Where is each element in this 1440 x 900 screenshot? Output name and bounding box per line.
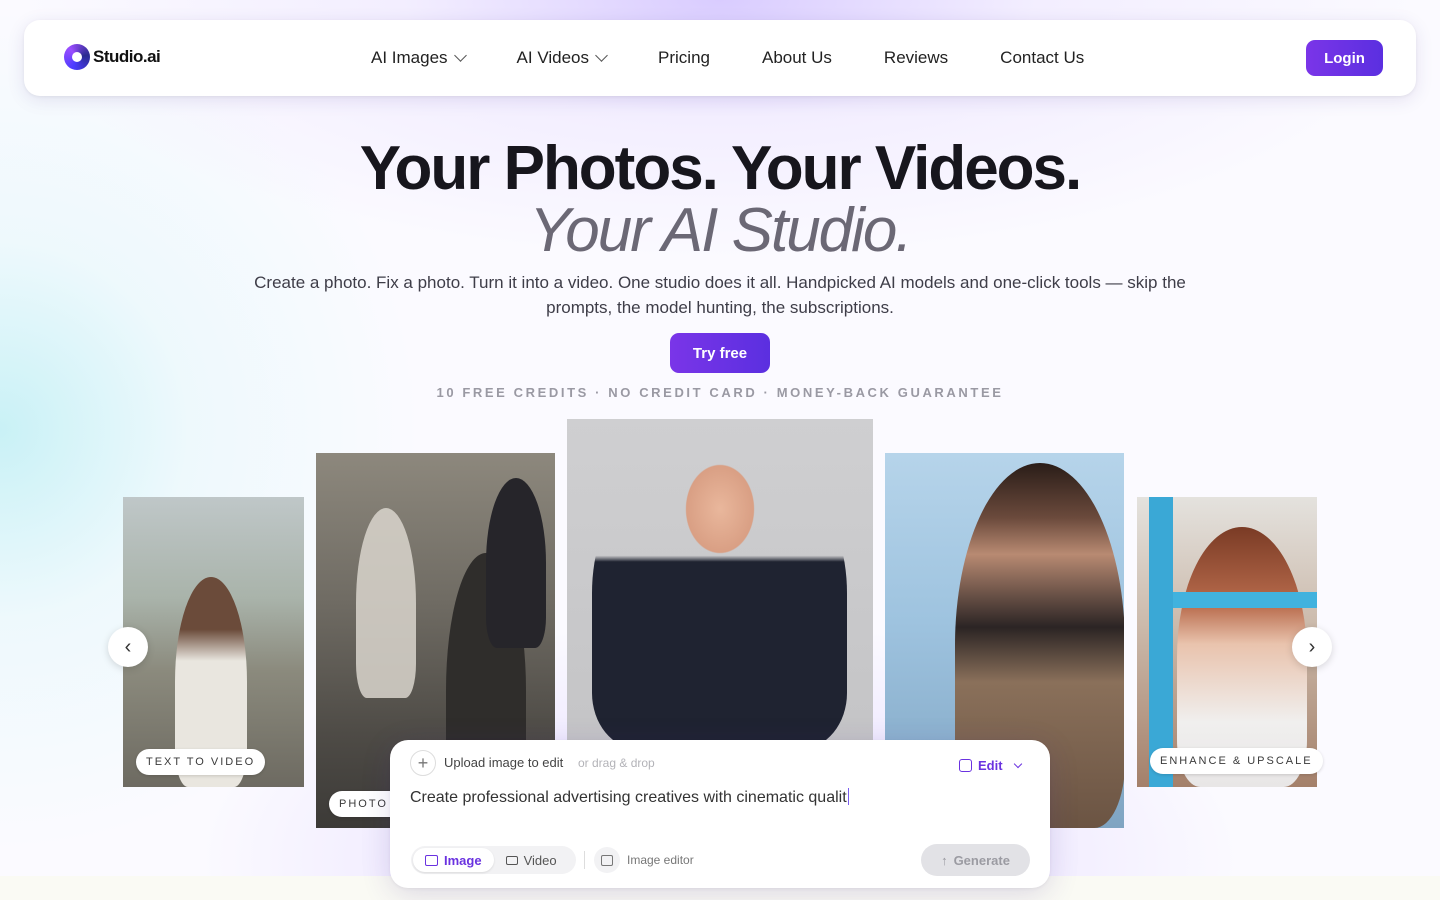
hero-title-line2: Your AI Studio.	[529, 196, 912, 265]
chevron-down-icon	[595, 49, 608, 62]
main-menu: AI Images AI Videos Pricing About Us Rev…	[371, 20, 1136, 96]
nav-pricing[interactable]: Pricing	[658, 48, 710, 68]
generate-button[interactable]: ↑ Generate	[921, 844, 1030, 876]
guarantee-text: 10 FREE CREDITS · NO CREDIT CARD · MONEY…	[436, 385, 1004, 400]
old-photo-man-figure	[486, 478, 546, 648]
nav-ai-images-label: AI Images	[371, 48, 448, 67]
text-caret	[847, 788, 850, 805]
nav-ai-images[interactable]: AI Images	[371, 48, 467, 68]
carousel-next-button[interactable]: ›	[1292, 627, 1332, 667]
toolbar-divider	[584, 851, 585, 869]
brand-logo[interactable]: Studio.ai	[64, 44, 161, 70]
video-icon	[505, 855, 518, 865]
image-edit-icon	[601, 854, 613, 866]
nav-reviews[interactable]: Reviews	[884, 48, 948, 68]
carousel-prev-button[interactable]: ‹	[108, 627, 148, 667]
media-type-toggle: Image Video	[411, 846, 576, 874]
image-icon	[425, 854, 438, 866]
businessman-portrait-image	[592, 437, 847, 749]
prompt-panel: + Upload image to edit or drag & drop Ed…	[390, 740, 1050, 888]
image-editor-label[interactable]: Image editor	[627, 853, 694, 867]
chevron-right-icon: ›	[1308, 635, 1316, 658]
card-tag-enhance-upscale: ENHANCE & UPSCALE	[1150, 748, 1323, 774]
logo-icon	[64, 44, 90, 70]
carousel-card-headshot[interactable]	[567, 419, 873, 749]
tab-image[interactable]: Image	[413, 848, 494, 872]
chevron-down-icon	[453, 49, 467, 62]
nav-contact-us[interactable]: Contact Us	[1000, 48, 1084, 68]
top-navbar: Studio.ai AI Images AI Videos Pricing Ab…	[24, 20, 1416, 96]
carousel-card-enhance-upscale[interactable]	[1137, 497, 1317, 787]
carousel-card-text-to-video[interactable]	[123, 497, 304, 787]
nav-ai-videos[interactable]: AI Videos	[516, 48, 608, 68]
try-free-button[interactable]: Try free	[670, 333, 770, 373]
edit-mode-label: Edit	[978, 758, 1003, 773]
arrow-up-icon: ↑	[941, 852, 948, 868]
tab-image-label: Image	[444, 852, 482, 868]
login-button[interactable]: Login	[1306, 40, 1383, 76]
prompt-text: Create professional advertising creative…	[410, 789, 847, 806]
nav-about-us[interactable]: About Us	[762, 48, 832, 68]
image-editor-button[interactable]	[594, 847, 620, 873]
plus-icon: +	[417, 752, 429, 773]
upload-image-link[interactable]: Upload image to edit	[444, 755, 563, 770]
tab-video[interactable]: Video	[494, 848, 569, 872]
old-photo-child-figure	[356, 508, 416, 698]
card-tag-text-to-video: TEXT TO VIDEO	[136, 749, 266, 775]
chevron-down-icon	[1013, 759, 1022, 769]
prompt-input[interactable]: Create professional advertising creative…	[410, 788, 850, 807]
tab-video-label: Video	[523, 852, 557, 868]
edit-mode-dropdown[interactable]: Edit	[959, 758, 1022, 773]
nav-ai-videos-label: AI Videos	[516, 48, 590, 67]
drag-drop-hint: or drag & drop	[578, 756, 655, 770]
upload-plus-button[interactable]: +	[410, 750, 436, 776]
hero-subtitle: Create a photo. Fix a photo. Turn it int…	[254, 273, 1186, 317]
chevron-left-icon: ‹	[124, 635, 132, 658]
brand-name: Studio.ai	[93, 47, 161, 66]
generate-label: Generate	[953, 852, 1010, 868]
hero-title-line1: Your Photos. Your Videos.	[359, 134, 1083, 203]
edit-icon	[959, 759, 972, 772]
